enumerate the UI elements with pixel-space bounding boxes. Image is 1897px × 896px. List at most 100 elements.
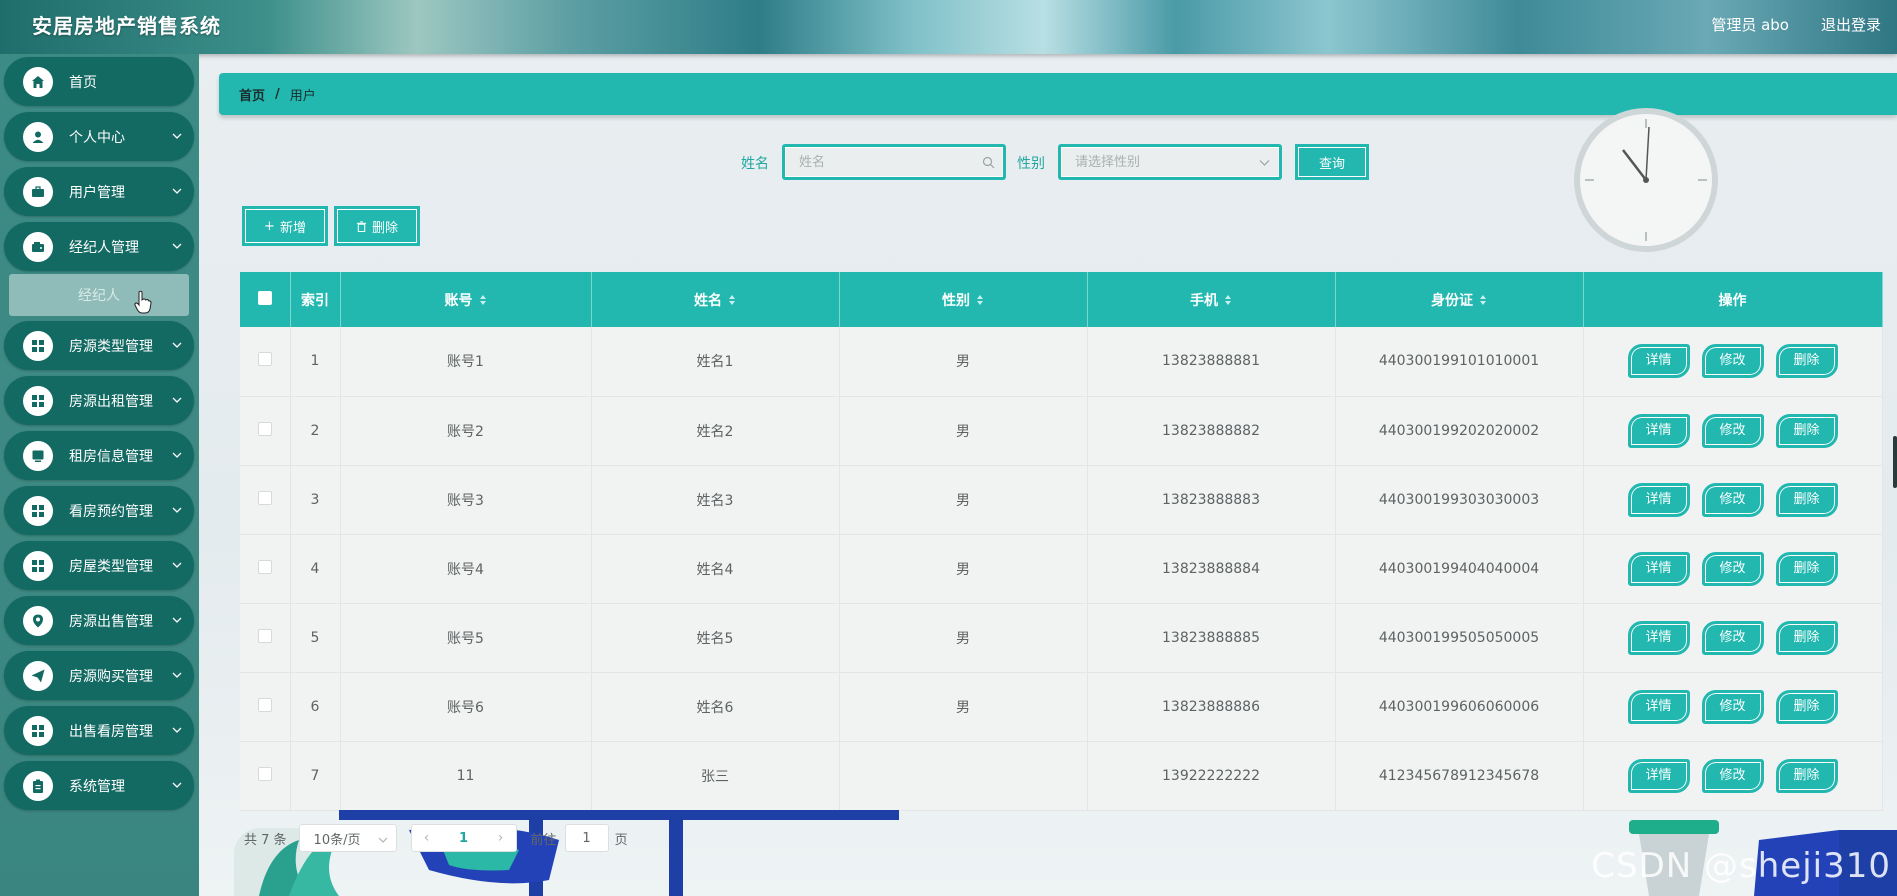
column-header-label: 账号 xyxy=(444,292,473,309)
edit-button[interactable]: 修改 xyxy=(1701,413,1764,448)
sidebar-item-label: 看房预约管理 xyxy=(69,503,153,520)
gender-select[interactable] xyxy=(1058,144,1282,180)
sidebar-item-viewing-appointment[interactable]: 看房预约管理 xyxy=(4,486,194,535)
sidebar-item-purchase[interactable]: 房源购买管理 xyxy=(4,651,194,700)
gender-cell: 男 xyxy=(839,327,1088,396)
column-header-account[interactable]: 账号 xyxy=(340,272,592,327)
sidebar-item-home[interactable]: 首页 xyxy=(4,57,194,106)
page-size-select[interactable]: 10条/页 xyxy=(298,824,397,852)
row-delete-button[interactable]: 删除 xyxy=(1775,758,1838,793)
wallet-icon xyxy=(23,231,53,262)
index-cell: 4 xyxy=(290,534,341,603)
row-checkbox[interactable] xyxy=(257,352,272,367)
total-count: 共 7 条 xyxy=(244,832,287,848)
sidebar-item-system[interactable]: 系统管理 xyxy=(4,761,194,810)
sidebar-item-personal-center[interactable]: 个人中心 xyxy=(4,112,194,161)
select-all-checkbox[interactable] xyxy=(257,290,272,305)
row-delete-button[interactable]: 删除 xyxy=(1775,344,1838,379)
next-page-button[interactable]: › xyxy=(486,830,516,846)
index-cell: 2 xyxy=(290,396,341,465)
phone-cell: 13823888886 xyxy=(1087,672,1336,741)
detail-button[interactable]: 详情 xyxy=(1627,620,1690,655)
logout-link[interactable]: 退出登录 xyxy=(1821,14,1881,35)
goto-page-input[interactable]: 1 xyxy=(564,824,609,852)
row-checkbox[interactable] xyxy=(257,559,272,574)
actions-cell: 详情 修改 删除 xyxy=(1583,396,1883,465)
table-row: 4 账号4 姓名4 男 13823888884 440300199404040004 详情修… xyxy=(240,534,1883,603)
delete-button[interactable]: 删除 xyxy=(334,206,420,246)
sidebar-item-label: 系统管理 xyxy=(69,778,125,795)
gender-select-input[interactable] xyxy=(1061,147,1279,177)
sidebar-item-user-management[interactable]: 用户管理 xyxy=(4,167,194,216)
sidebar-item-rental-listing[interactable]: 房源出租管理 xyxy=(4,376,194,425)
sidebar-subitem-agent[interactable]: 经纪人 xyxy=(9,274,189,316)
monitor-icon xyxy=(23,440,53,471)
id-card-cell: 440300199404040004 xyxy=(1335,534,1584,603)
watermark: CSDN @sheji310 xyxy=(1591,846,1891,886)
detail-button[interactable]: 详情 xyxy=(1627,551,1690,586)
grid-icon xyxy=(23,715,53,746)
column-header-phone[interactable]: 手机 xyxy=(1087,272,1336,327)
actions-cell: 详情 修改 删除 xyxy=(1583,465,1883,534)
query-button[interactable]: 查询 xyxy=(1295,144,1369,180)
sidebar-item-listing-type[interactable]: 房源类型管理 xyxy=(4,321,194,370)
phone-cell: 13823888883 xyxy=(1087,465,1336,534)
sidebar-item-agent-management[interactable]: 经纪人管理 xyxy=(4,222,194,271)
row-checkbox[interactable] xyxy=(257,628,272,643)
index-cell: 7 xyxy=(290,741,341,810)
column-header-gender[interactable]: 性别 xyxy=(839,272,1088,327)
row-checkbox[interactable] xyxy=(257,766,272,781)
account-cell: 11 xyxy=(340,741,592,810)
scrollbar[interactable] xyxy=(1893,436,1897,488)
chevron-down-icon xyxy=(172,452,182,458)
name-search-input[interactable] xyxy=(785,147,1003,177)
detail-button[interactable]: 详情 xyxy=(1627,413,1690,448)
row-checkbox[interactable] xyxy=(257,490,272,505)
sidebar-item-label: 首页 xyxy=(69,74,97,91)
gender-cell: 男 xyxy=(839,672,1088,741)
detail-button[interactable]: 详情 xyxy=(1627,758,1690,793)
phone-cell: 13823888881 xyxy=(1087,327,1336,396)
detail-button[interactable]: 详情 xyxy=(1627,689,1690,724)
account-cell: 账号6 xyxy=(340,672,592,741)
row-delete-button[interactable]: 删除 xyxy=(1775,689,1838,724)
breadcrumb-current: 用户 xyxy=(289,88,316,104)
row-checkbox[interactable] xyxy=(257,697,272,712)
row-delete-button[interactable]: 删除 xyxy=(1775,551,1838,586)
row-delete-button[interactable]: 删除 xyxy=(1775,482,1838,517)
edit-button[interactable]: 修改 xyxy=(1701,758,1764,793)
sidebar-item-sale-viewing[interactable]: 出售看房管理 xyxy=(4,706,194,755)
index-cell: 5 xyxy=(290,603,341,672)
column-header-id-card[interactable]: 身份证 xyxy=(1335,272,1584,327)
phone-cell: 13823888882 xyxy=(1087,396,1336,465)
breadcrumb-home[interactable]: 首页 xyxy=(239,85,265,104)
row-delete-button[interactable]: 删除 xyxy=(1775,620,1838,655)
plus-icon: + xyxy=(264,218,275,234)
detail-button[interactable]: 详情 xyxy=(1627,344,1690,379)
account-cell: 账号5 xyxy=(340,603,592,672)
goto-label: 前往 xyxy=(530,832,557,848)
clock-decoration-icon xyxy=(1574,108,1718,252)
column-header-name[interactable]: 姓名 xyxy=(591,272,840,327)
add-button[interactable]: + 新增 xyxy=(242,206,328,246)
edit-button[interactable]: 修改 xyxy=(1701,482,1764,517)
prev-page-button[interactable]: ‹ xyxy=(412,830,442,846)
table-header-row: 索引 账号 姓名 性别 手机 身份证 操作 xyxy=(240,272,1883,327)
current-page[interactable]: 1 xyxy=(442,831,486,846)
edit-button[interactable]: 修改 xyxy=(1701,620,1764,655)
name-search-field[interactable] xyxy=(782,144,1006,180)
sidebar-item-rental-info[interactable]: 租房信息管理 xyxy=(4,431,194,480)
name-cell: 姓名5 xyxy=(591,603,840,672)
select-all-cell xyxy=(240,272,291,327)
edit-button[interactable]: 修改 xyxy=(1701,551,1764,586)
user-table: 索引 账号 姓名 性别 手机 身份证 操作 1 账号1 姓名1 男 1382388888… xyxy=(240,272,1883,810)
name-cell: 姓名4 xyxy=(591,534,840,603)
edit-button[interactable]: 修改 xyxy=(1701,344,1764,379)
row-checkbox[interactable] xyxy=(257,421,272,436)
row-delete-button[interactable]: 删除 xyxy=(1775,413,1838,448)
actions-cell: 详情 修改 删除 xyxy=(1583,534,1883,603)
detail-button[interactable]: 详情 xyxy=(1627,482,1690,517)
sidebar-item-sale-listing[interactable]: 房源出售管理 xyxy=(4,596,194,645)
edit-button[interactable]: 修改 xyxy=(1701,689,1764,724)
sidebar-item-house-type[interactable]: 房屋类型管理 xyxy=(4,541,194,590)
